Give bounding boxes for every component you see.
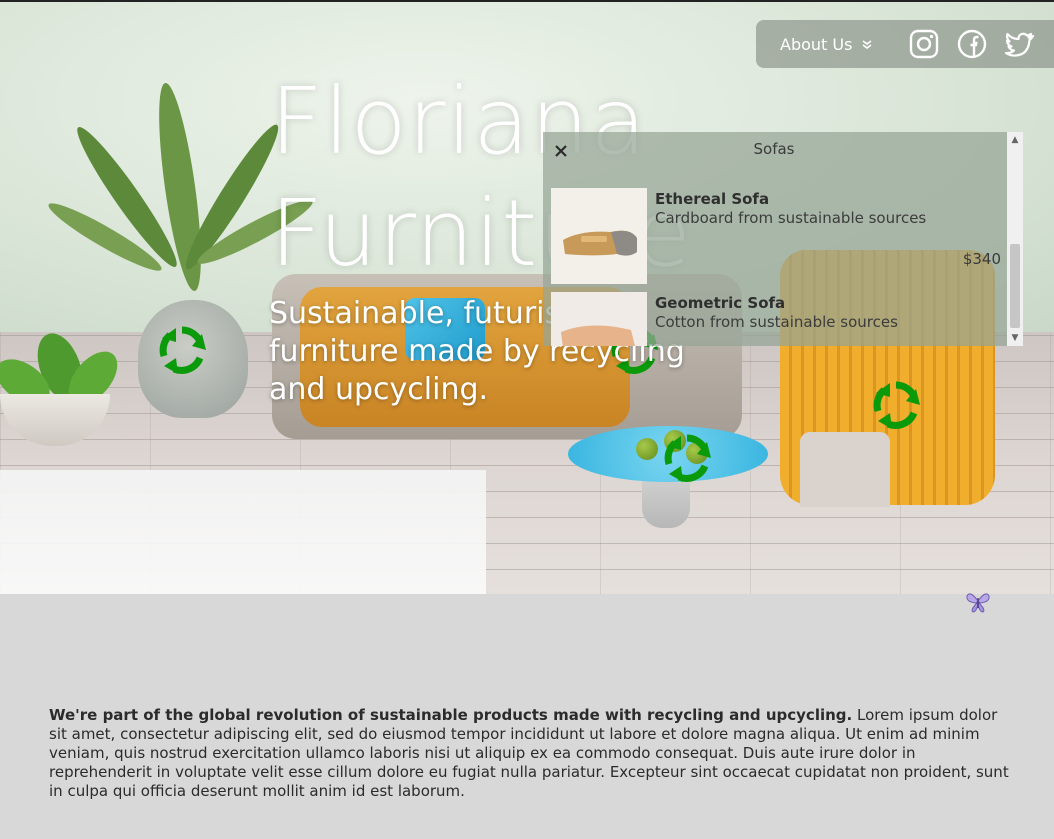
palm-plant	[43, 72, 318, 312]
about-us-label: About Us	[780, 34, 853, 54]
about-us-dropdown[interactable]: About Us	[780, 35, 872, 54]
scroll-down-icon[interactable]: ▼	[1007, 330, 1023, 346]
sofas-panel: Sofas Ethereal Sofa Cardboard from susta…	[543, 132, 1023, 346]
table-stem	[642, 478, 690, 528]
product-item[interactable]: Geometric Sofa Cotton from sustainable s…	[551, 292, 1001, 346]
product-name: Geometric Sofa	[655, 294, 786, 312]
about-paragraph: We're part of the global revolution of s…	[49, 706, 1009, 801]
product-price: $340	[962, 250, 1001, 268]
lime	[636, 438, 658, 460]
recycle-icon[interactable]	[661, 432, 713, 484]
white-rug	[0, 470, 486, 594]
recycle-icon[interactable]	[870, 379, 922, 431]
chevron-down-icon	[862, 40, 872, 49]
instagram-icon[interactable]	[906, 26, 942, 62]
about-lead: We're part of the global revolution of s…	[49, 706, 853, 724]
product-item[interactable]: Ethereal Sofa Cardboard from sustainable…	[551, 188, 1001, 284]
panel-title: Sofas	[753, 140, 795, 158]
sofa-image	[551, 292, 647, 346]
product-description: Cardboard from sustainable sources	[655, 209, 927, 227]
product-description: Cotton from sustainable sources	[655, 313, 898, 331]
twitter-icon[interactable]	[1002, 26, 1038, 62]
chair-gap	[800, 432, 890, 507]
product-name: Ethereal Sofa	[655, 190, 770, 208]
scroll-thumb[interactable]	[1010, 244, 1020, 328]
product-thumbnail	[551, 188, 647, 284]
hero-section: Floriana Furniture Sustainable, futurist…	[0, 0, 1054, 594]
product-thumbnail	[551, 292, 647, 346]
butterfly-icon	[966, 593, 990, 613]
top-nav: About Us	[756, 20, 1054, 68]
facebook-icon[interactable]	[954, 26, 990, 62]
scroll-up-icon[interactable]: ▲	[1007, 132, 1023, 148]
panel-scrollbar[interactable]: ▲ ▼	[1007, 132, 1023, 346]
sofa-image	[551, 188, 647, 284]
recycle-icon[interactable]	[156, 324, 208, 376]
